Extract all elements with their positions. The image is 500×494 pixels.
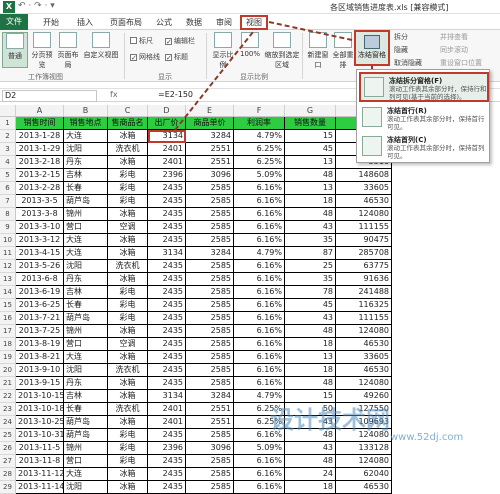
- table-cell[interactable]: 营口: [64, 455, 108, 468]
- table-cell[interactable]: 2435: [148, 481, 186, 494]
- table-row: 28 2013-11-12 大连 冰箱 2435 2585 6.16% 24 62040: [0, 468, 500, 481]
- watermark-url: www.52dj.com: [390, 432, 464, 443]
- table-cell[interactable]: 48: [285, 455, 336, 468]
- arrow-tab-to-button: [268, 21, 353, 41]
- table-cell[interactable]: 2013-11-8: [16, 455, 64, 468]
- table-cell[interactable]: 2013-11-14: [16, 481, 64, 494]
- table-cell[interactable]: 2435: [148, 468, 186, 481]
- table-cell[interactable]: 2585: [186, 481, 234, 494]
- table-cell[interactable]: 6.16%: [234, 468, 285, 481]
- table-cell[interactable]: 冰箱: [108, 481, 148, 494]
- table-cell[interactable]: 冰箱: [108, 468, 148, 481]
- row-number[interactable]: 27: [0, 455, 16, 468]
- table-cell[interactable]: 2585: [186, 468, 234, 481]
- table-cell[interactable]: 6.16%: [234, 481, 285, 494]
- table-cell[interactable]: 2585: [186, 455, 234, 468]
- watermark-logo: 设计技术网: [270, 406, 390, 434]
- table-cell[interactable]: 2435: [148, 455, 186, 468]
- table-row: 29 2013-11-14 沈阳 冰箱 2435 2585 6.16% 18 46530: [0, 481, 500, 494]
- table-cell[interactable]: 18: [285, 481, 336, 494]
- table-cell[interactable]: 124080: [336, 455, 392, 468]
- annotation-arrows: [174, 21, 373, 131]
- row-number[interactable]: 28: [0, 468, 16, 481]
- table-cell[interactable]: 46530: [336, 481, 392, 494]
- table-row: 27 2013-11-8 营口 彩电 2435 2585 6.16% 48 124080: [0, 455, 500, 468]
- row-number[interactable]: 29: [0, 481, 16, 494]
- table-cell[interactable]: 彩电: [108, 455, 148, 468]
- table-cell[interactable]: 62040: [336, 468, 392, 481]
- table-cell[interactable]: 6.16%: [234, 455, 285, 468]
- arrow-cell-to-tab: [174, 31, 254, 131]
- table-cell[interactable]: 24: [285, 468, 336, 481]
- table-cell[interactable]: 大连: [64, 468, 108, 481]
- table-cell[interactable]: 沈阳: [64, 481, 108, 494]
- table-cell[interactable]: 2013-11-12: [16, 468, 64, 481]
